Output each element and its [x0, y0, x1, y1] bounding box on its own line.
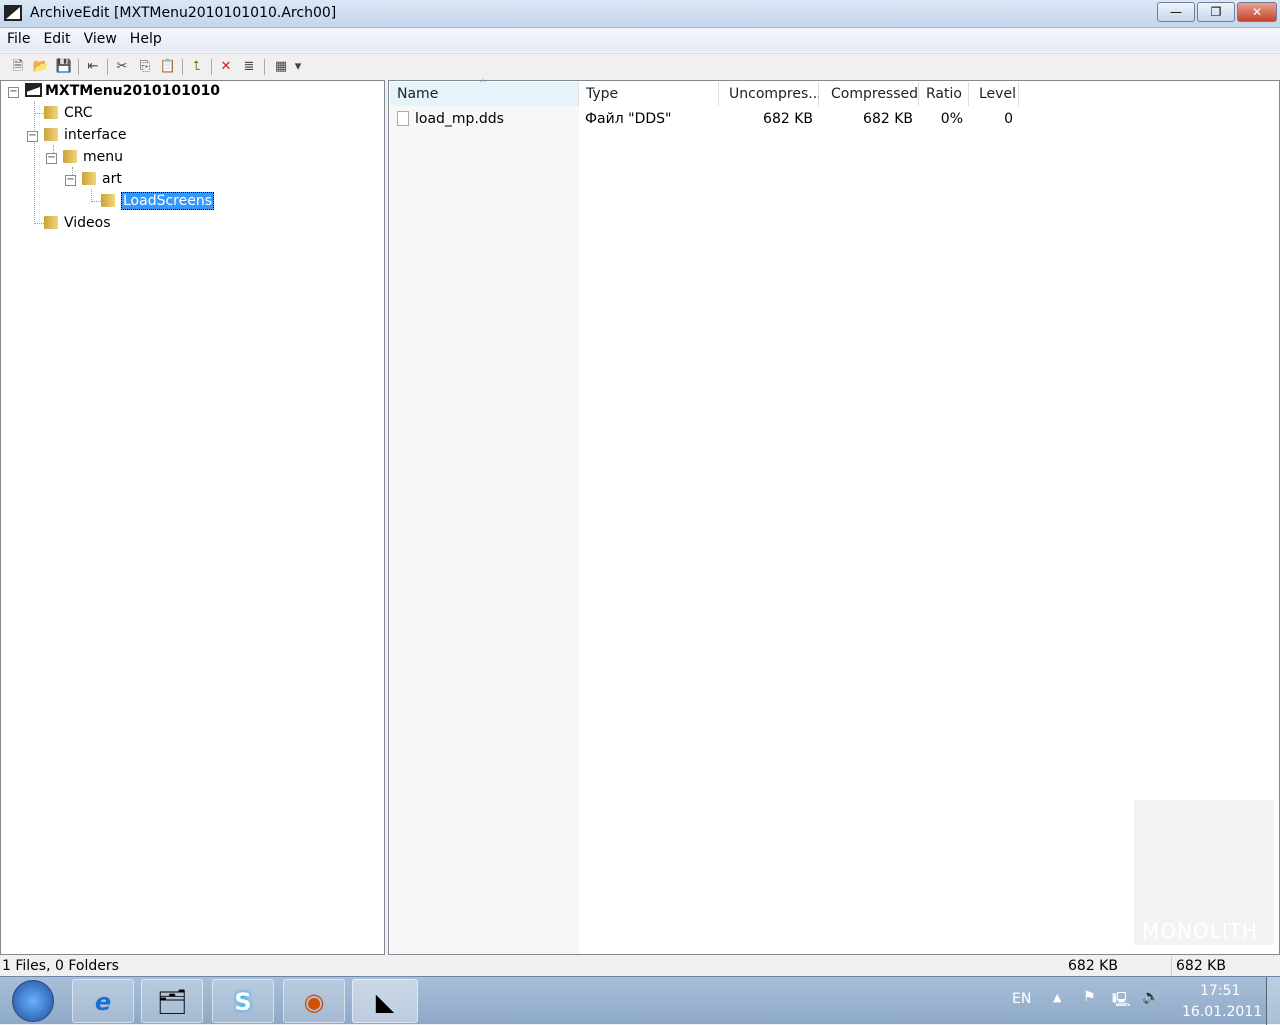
view-icon[interactable]: ▦ — [272, 58, 290, 76]
archive-icon — [25, 83, 42, 97]
column-ratio[interactable]: Ratio — [919, 82, 969, 106]
collapse-icon[interactable]: − — [27, 131, 38, 142]
delete-icon[interactable]: ✕ — [217, 58, 235, 76]
column-type[interactable]: Type — [579, 82, 719, 106]
watermark-text: MONOLITH — [1142, 919, 1258, 943]
folder-icon — [82, 172, 96, 185]
volume-icon[interactable]: 🔊 — [1142, 989, 1159, 1005]
tree-item-videos[interactable]: Videos — [44, 213, 111, 233]
menu-view[interactable]: View — [77, 29, 123, 47]
file-name-cell: load_mp.dds — [397, 109, 504, 129]
tree-root[interactable]: MXTMenu2010101010 — [25, 81, 220, 101]
status-counts: 1 Files, 0 Folders — [2, 958, 119, 974]
tree-item-interface[interactable]: interface — [44, 125, 126, 145]
tree-item-crc[interactable]: CRC — [44, 103, 93, 123]
clock-time[interactable]: 17:51 — [1200, 983, 1240, 999]
tree-label: art — [102, 171, 122, 187]
start-button[interactable] — [12, 980, 54, 1022]
language-indicator[interactable]: EN — [1012, 991, 1031, 1007]
properties-icon[interactable]: ≣ — [240, 58, 258, 76]
tree-label: CRC — [64, 105, 93, 121]
app-icon — [4, 5, 22, 21]
sort-ascending-icon: ^ — [479, 79, 487, 89]
paste-icon[interactable]: 📋 — [159, 58, 177, 76]
tree-item-menu[interactable]: menu — [63, 147, 123, 167]
minimize-button[interactable]: — — [1157, 2, 1195, 22]
copy-icon[interactable]: ⎘ — [136, 58, 154, 76]
tree-label: menu — [83, 149, 123, 165]
taskbar-ie[interactable]: e — [72, 979, 134, 1023]
file-compressed: 682 KB — [863, 111, 913, 127]
save-icon[interactable]: 💾 — [55, 58, 73, 76]
maximize-button[interactable]: ❐ — [1197, 2, 1235, 22]
collapse-icon[interactable]: − — [65, 175, 76, 186]
clock-date[interactable]: 16.01.2011 — [1182, 1004, 1262, 1020]
file-level: 0 — [1004, 111, 1013, 127]
tree-item-art[interactable]: art — [82, 169, 122, 189]
taskbar-explorer[interactable]: 🗂 — [141, 979, 203, 1023]
title-bar: ArchiveEdit [MXTMenu2010101010.Arch00] —… — [0, 0, 1280, 28]
window-title: ArchiveEdit [MXTMenu2010101010.Arch00] — [30, 5, 337, 21]
taskbar-skype[interactable]: S — [212, 979, 274, 1023]
cut-icon[interactable]: ✂ — [113, 58, 131, 76]
taskbar: e 🗂 S ◉ ◣ EN ▲ ⚑ 🖳 🔊 17:51 16.01.2011 — [0, 976, 1280, 1025]
monolith-watermark: MONOLITH — [1134, 800, 1274, 945]
folder-icon — [44, 128, 58, 141]
folder-icon — [44, 216, 58, 229]
tree-label: interface — [64, 127, 127, 143]
menu-bar: File Edit View Help — [0, 29, 1280, 51]
menu-help[interactable]: Help — [123, 29, 168, 47]
view-dropdown-icon[interactable]: ▾ — [292, 58, 304, 76]
file-uncompressed: 682 KB — [763, 111, 813, 127]
close-button[interactable]: ✕ — [1237, 2, 1277, 22]
folder-icon — [63, 150, 77, 163]
file-icon — [397, 111, 409, 126]
action-center-flag-icon[interactable]: ⚑ — [1083, 989, 1096, 1005]
collapse-root-icon[interactable]: − — [8, 87, 19, 98]
column-compressed[interactable]: Compressed — [819, 82, 919, 106]
column-uncompressed[interactable]: Uncompres... — [719, 82, 822, 106]
network-icon[interactable]: 🖳 — [1112, 989, 1131, 1013]
toolbar: 🗎 📂 💾 ⇤ ✂ ⎘ 📋 ⮤ ✕ ≣ ▦ ▾ — [0, 53, 1280, 79]
new-icon[interactable]: 🗎 — [9, 58, 27, 76]
up-folder-icon[interactable]: ⮤ — [188, 58, 206, 76]
status-bar: 1 Files, 0 Folders 682 KB 682 KB — [0, 956, 1280, 976]
status-compressed: 682 KB — [1171, 956, 1226, 976]
taskbar-archiveedit[interactable]: ◣ — [352, 979, 418, 1023]
folder-icon — [101, 194, 115, 207]
status-uncompressed: 682 KB — [1068, 958, 1118, 974]
file-name: load_mp.dds — [415, 111, 504, 127]
file-type: Файл "DDS" — [585, 111, 672, 127]
show-desktop-button[interactable] — [1266, 977, 1280, 1025]
tree-item-loadscreens[interactable]: LoadScreens — [101, 191, 215, 211]
menu-edit[interactable]: Edit — [36, 29, 76, 47]
show-hidden-icons[interactable]: ▲ — [1053, 991, 1061, 1004]
extract-icon[interactable]: ⇤ — [84, 58, 102, 76]
open-icon[interactable]: 📂 — [32, 58, 50, 76]
folder-icon — [44, 106, 58, 119]
tree-label: Videos — [64, 215, 111, 231]
folder-tree[interactable]: − MXTMenu2010101010 CRC − interface − me… — [0, 80, 385, 955]
file-ratio: 0% — [940, 111, 963, 127]
menu-file[interactable]: File — [0, 29, 36, 47]
taskbar-app[interactable]: ◉ — [283, 979, 345, 1023]
tree-label: LoadScreens — [121, 192, 215, 210]
tree-root-label: MXTMenu2010101010 — [45, 83, 221, 99]
column-level[interactable]: Level — [969, 82, 1019, 106]
collapse-icon[interactable]: − — [46, 153, 57, 164]
